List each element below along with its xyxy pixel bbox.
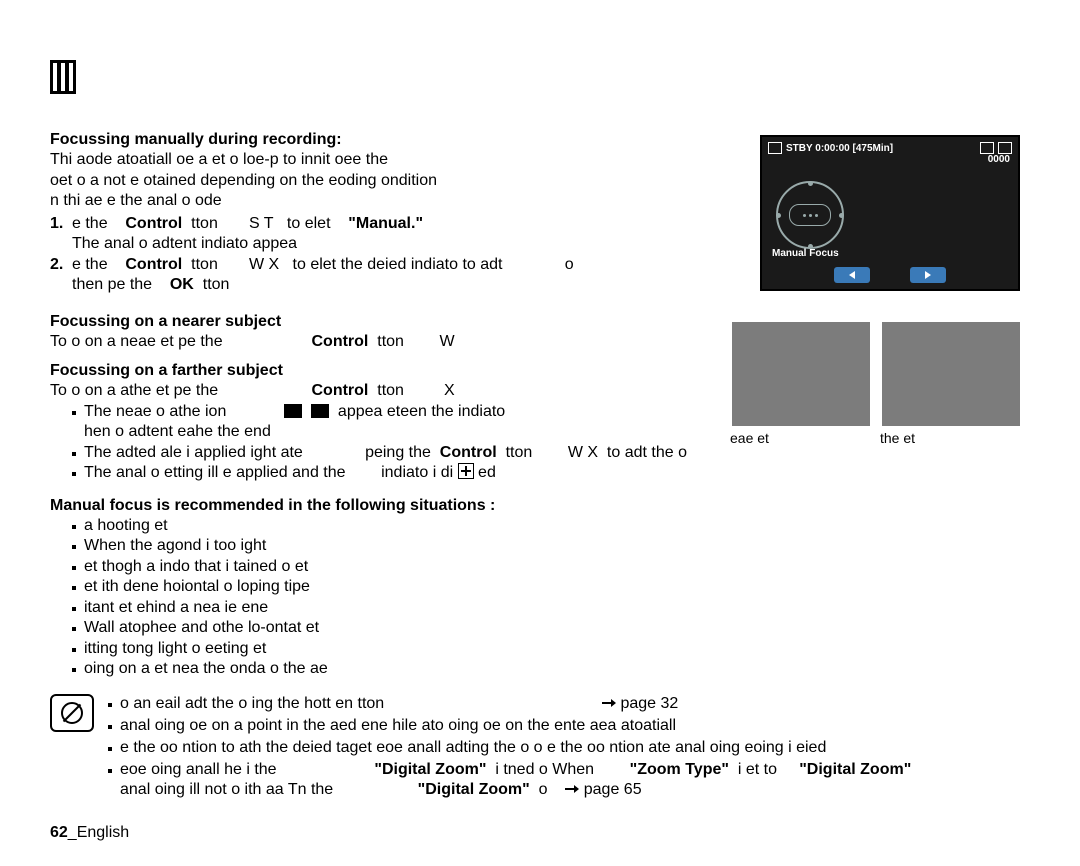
situations-list: a hooting et When the agond i too ight e… xyxy=(50,516,1030,680)
jog-dial-icon xyxy=(776,181,844,249)
note-icon xyxy=(50,694,94,732)
heading-focus-far: Focussing on a farther subject xyxy=(50,361,750,381)
step-2-text: e the Control tton W X to elet the deied… xyxy=(72,255,574,296)
heading-focus-near: Focussing on a nearer subject xyxy=(50,312,750,332)
far-icon xyxy=(311,404,329,418)
camera-counter: 0000 xyxy=(762,154,1018,165)
camera-screen: STBY 0:00:00 [475Min] 0000 Manual Focus xyxy=(760,135,1020,291)
near-icon xyxy=(284,404,302,418)
near-text: To o on a neae et pe the Control tton W xyxy=(50,332,750,352)
page-number: 62 xyxy=(50,824,68,841)
manual-focus-icon xyxy=(458,463,474,479)
step-1-number: 1. xyxy=(50,214,72,234)
focus-far-button xyxy=(910,267,946,283)
note-body: o an eail adt the o ing the hott en tton… xyxy=(108,694,1030,802)
focus-near-button xyxy=(834,267,870,283)
heading-situations: Manual focus is recommended in the follo… xyxy=(50,496,1030,516)
camcorder-icon xyxy=(768,142,782,154)
step-1-text: e the Control tton S T to elet "Manual."… xyxy=(72,214,423,255)
page-footer: 62_English xyxy=(50,824,129,842)
focus-slider xyxy=(762,267,1018,283)
far-bullets: The neae o athe ion appea eteen the indi… xyxy=(50,402,1030,484)
manual-focus-label: Manual Focus xyxy=(772,248,839,259)
step-2-number: 2. xyxy=(50,255,72,275)
camera-status: STBY 0:00:00 [475Min] xyxy=(786,143,893,154)
card-icon xyxy=(980,142,994,154)
arrow-icon xyxy=(602,698,616,708)
arrow-icon xyxy=(565,784,579,794)
heading-focus-manual: Focussing manually during recording: xyxy=(50,130,750,150)
battery-icon xyxy=(998,142,1012,154)
intro-text: Thi aode atoatiall oe a et o loe-p to in… xyxy=(50,150,750,211)
pause-icon xyxy=(50,60,76,94)
